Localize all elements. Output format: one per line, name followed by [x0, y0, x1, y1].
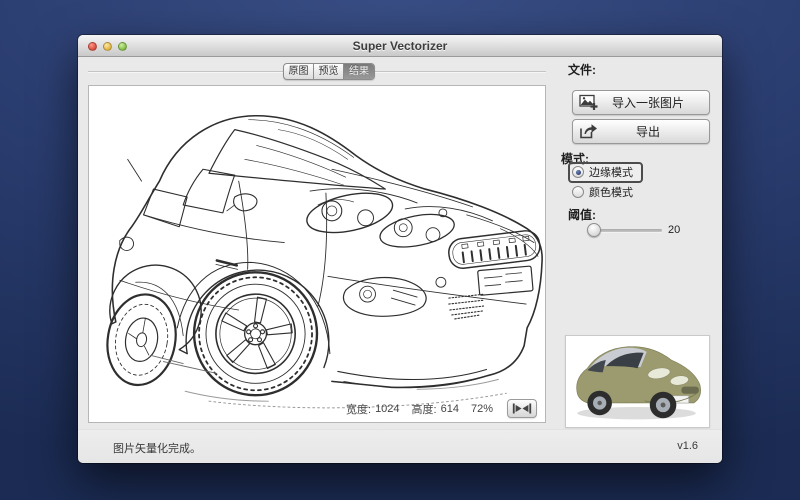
- export-button[interactable]: 导出: [572, 119, 710, 144]
- view-tabs: 原图 预览 结果: [283, 63, 375, 80]
- status-bar: 图片矢量化完成。 v1.6: [78, 429, 722, 463]
- version-label: v1.6: [677, 440, 698, 452]
- export-icon: [579, 123, 598, 140]
- threshold-slider-track[interactable]: [592, 229, 662, 232]
- app-window: Super Vectorizer 原图 预览 结果: [78, 35, 722, 463]
- threshold-label: 阈值:: [568, 206, 596, 223]
- vectorized-car-image: [89, 86, 545, 422]
- original-car-photo: [569, 339, 706, 424]
- radio-selected-icon[interactable]: [572, 166, 584, 178]
- status-message: 图片矢量化完成。: [113, 440, 201, 456]
- threshold-slider-thumb[interactable]: [587, 223, 601, 237]
- tab-original[interactable]: 原图: [284, 64, 314, 79]
- width-value: 1024: [375, 403, 399, 415]
- width-label: 宽度:: [346, 401, 371, 417]
- image-info-bar: 宽度: 1024 高度: 614 72%: [346, 399, 537, 418]
- zoom-percent: 72%: [471, 403, 493, 415]
- threshold-value: 20: [668, 224, 680, 236]
- fit-to-window-button[interactable]: [507, 399, 537, 418]
- fit-to-window-icon: [511, 402, 533, 415]
- mode-radio-color[interactable]: 颜色模式: [572, 184, 633, 200]
- radio-unselected-icon[interactable]: [572, 186, 584, 198]
- window-title: Super Vectorizer: [78, 39, 722, 53]
- tab-result[interactable]: 结果: [344, 64, 374, 79]
- titlebar[interactable]: Super Vectorizer: [78, 35, 722, 57]
- height-label: 高度:: [412, 401, 437, 417]
- mode-edge-label: 边缘模式: [589, 164, 633, 180]
- mode-color-label: 颜色模式: [589, 184, 633, 200]
- import-image-button[interactable]: 导入一张图片: [572, 90, 710, 115]
- height-value: 614: [441, 403, 459, 415]
- tab-preview[interactable]: 预览: [314, 64, 344, 79]
- source-image-thumbnail: [565, 335, 710, 428]
- desktop: { "window": { "title": "Super Vectorizer…: [0, 0, 800, 500]
- import-image-icon: [579, 94, 598, 111]
- file-section-label: 文件:: [568, 61, 596, 78]
- mode-radio-edge[interactable]: 边缘模式: [568, 162, 643, 183]
- result-canvas[interactable]: 宽度: 1024 高度: 614 72%: [88, 85, 546, 423]
